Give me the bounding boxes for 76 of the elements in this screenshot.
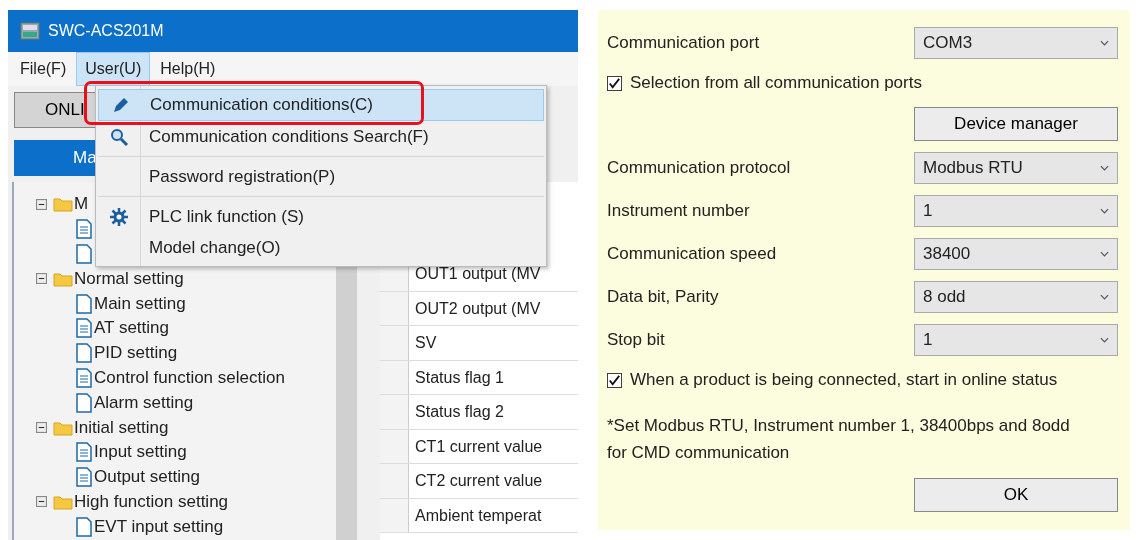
dropdown[interactable]: 1 bbox=[914, 194, 1118, 227]
menu-item[interactable]: PLC link function (S) bbox=[98, 196, 544, 232]
field-label: Communication port bbox=[607, 32, 760, 53]
document-icon bbox=[76, 367, 92, 388]
tree-item[interactable]: Initial setting bbox=[74, 417, 169, 438]
chevron-icon bbox=[1100, 336, 1109, 343]
tree-item[interactable]: AT setting bbox=[94, 318, 169, 339]
menu-item[interactable]: File(F) bbox=[12, 53, 75, 85]
tree-item[interactable]: Main setting bbox=[94, 293, 186, 314]
table-cell-text: Status flag 2 bbox=[414, 402, 504, 422]
tree-item[interactable]: Alarm setting bbox=[94, 392, 194, 413]
document-icon bbox=[76, 516, 92, 537]
online-button[interactable]: ONLI bbox=[14, 92, 96, 128]
tree-item[interactable]: Control function selection bbox=[94, 367, 285, 388]
dropdown[interactable]: Modbus RTU bbox=[914, 151, 1118, 184]
collapse-icon[interactable] bbox=[36, 273, 47, 285]
table-cell-text: CT2 current value bbox=[414, 471, 543, 491]
tree-item[interactable]: M bbox=[74, 194, 89, 215]
checkbox[interactable] bbox=[607, 75, 622, 91]
field-label: Communication protocol bbox=[607, 157, 791, 178]
document-icon bbox=[76, 343, 92, 364]
document-icon bbox=[76, 442, 92, 463]
table-cell-text: OUT1 output (MV bbox=[414, 264, 541, 284]
checkbox-label[interactable]: Selection from all communication ports bbox=[630, 73, 922, 93]
field-label: Communication speed bbox=[607, 243, 777, 264]
menu-item[interactable]: Communication conditions(C) bbox=[98, 89, 544, 121]
window-title: SWC-ACS201M bbox=[48, 22, 164, 40]
table-cell-text: SV bbox=[414, 333, 437, 353]
chevron-icon bbox=[1100, 250, 1109, 257]
folder-icon bbox=[53, 270, 73, 287]
menu-item[interactable]: User(U) bbox=[76, 52, 151, 86]
document-icon bbox=[76, 219, 92, 240]
dropdown[interactable]: 38400 bbox=[914, 237, 1118, 270]
app-icon bbox=[20, 22, 40, 40]
document-icon bbox=[76, 244, 92, 264]
search-icon bbox=[109, 126, 129, 147]
document-icon bbox=[76, 318, 92, 339]
checkbox[interactable] bbox=[607, 372, 622, 388]
tree-item[interactable]: Normal setting bbox=[74, 268, 184, 289]
table-cell-text: OUT2 output (MV bbox=[414, 298, 541, 319]
gear-icon bbox=[109, 206, 129, 227]
dialog-button[interactable]: OK bbox=[914, 478, 1118, 512]
dialog-button[interactable]: Device manager bbox=[914, 107, 1118, 141]
document-icon bbox=[76, 392, 92, 413]
menu-item[interactable]: Password registration(P) bbox=[98, 156, 544, 192]
folder-icon bbox=[53, 419, 73, 436]
chevron-icon bbox=[1100, 39, 1109, 46]
dropdown[interactable]: COM3 bbox=[914, 26, 1118, 59]
dropdown[interactable]: 8 odd bbox=[914, 280, 1118, 313]
field-label: Instrument number bbox=[607, 200, 750, 221]
document-icon bbox=[76, 467, 92, 488]
chevron-icon bbox=[1100, 164, 1109, 171]
tree-item[interactable]: High function setting bbox=[74, 491, 229, 512]
collapse-icon[interactable] bbox=[36, 198, 47, 210]
checkbox-label[interactable]: When a product is being connected, start in online status bbox=[630, 370, 1058, 390]
tree-item[interactable]: Output setting bbox=[94, 467, 200, 488]
folder-icon bbox=[53, 196, 73, 213]
document-icon bbox=[76, 293, 92, 314]
dropdown[interactable]: 1 bbox=[914, 323, 1118, 356]
chevron-icon bbox=[1100, 207, 1109, 214]
tree-item[interactable]: EVT input setting bbox=[94, 516, 224, 537]
menu-item[interactable]: Communication conditions Search(F) bbox=[98, 121, 544, 152]
folder-icon bbox=[53, 493, 73, 510]
menu-item[interactable]: Help(H) bbox=[152, 53, 224, 85]
field-label: Stop bit bbox=[607, 329, 665, 350]
field-label: Data bit, Parity bbox=[607, 286, 719, 307]
menu-item[interactable]: Model change(O) bbox=[98, 232, 544, 263]
chevron-icon bbox=[1100, 293, 1109, 300]
tree-item[interactable]: PID setting bbox=[94, 343, 178, 364]
collapse-icon[interactable] bbox=[36, 496, 47, 508]
collapse-icon[interactable] bbox=[36, 422, 47, 434]
table-cell-text: Status flag 1 bbox=[414, 367, 504, 388]
tree-item[interactable]: Input setting bbox=[94, 442, 187, 463]
table-cell-text: Ambient temperat bbox=[414, 505, 542, 526]
table-cell-text: CT1 current value bbox=[414, 436, 543, 457]
note-text: *Set Modbus RTU, Instrument number 1, 38400bps and 8odd for CMD communication bbox=[607, 415, 1071, 464]
